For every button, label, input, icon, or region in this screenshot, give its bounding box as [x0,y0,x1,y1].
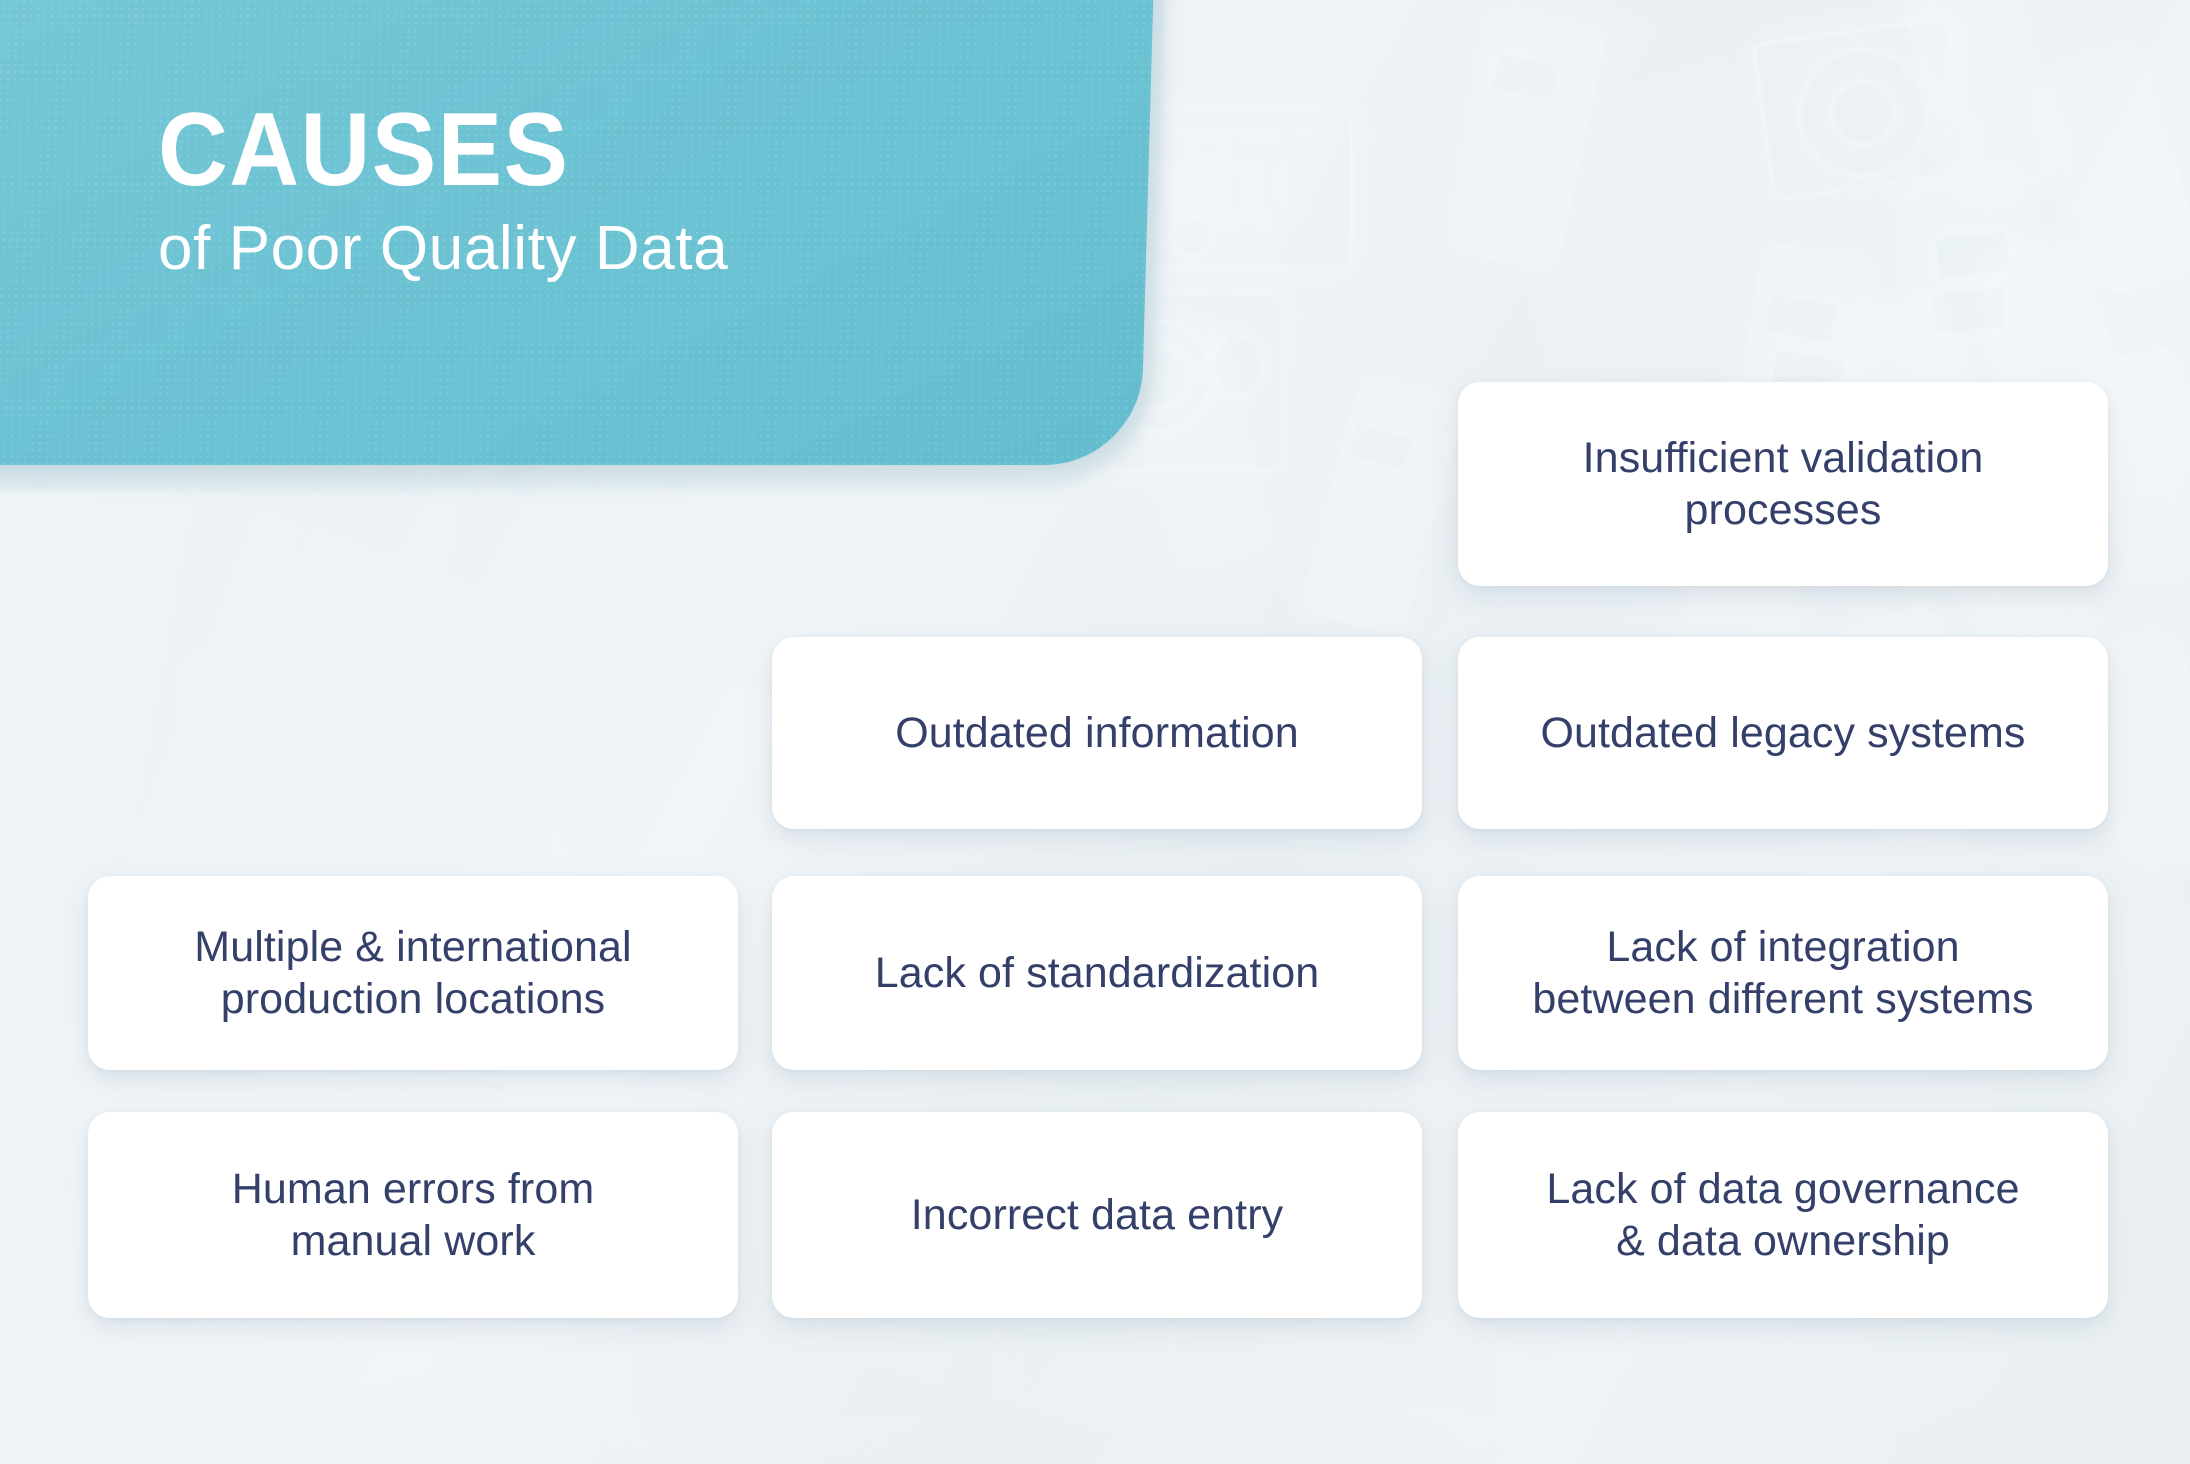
page-subtitle: of Poor Quality Data [158,214,729,283]
cause-card-label: Lack of standardization [874,948,1320,997]
header-text-block: CAUSES of Poor Quality Data [158,98,978,281]
cause-card-lack-of-data-governance-data-ownership[interactable]: Lack of data governance & data ownership [1458,1112,2108,1318]
cause-card-label: Outdated legacy systems [1540,708,2026,757]
cause-card-label: Lack of integration between different sy… [1532,922,2034,1023]
cause-card-lack-of-integration-between-different-systems[interactable]: Lack of integration between different sy… [1458,876,2108,1070]
cause-card-label: Human errors from manual work [231,1164,595,1265]
infographic-canvas: CAUSES of Poor Quality Data Insufficient… [0,0,2190,1464]
cause-card-label: Outdated information [895,708,1299,757]
cause-card-label: Incorrect data entry [910,1190,1284,1239]
cause-card-label: Insufficient validation processes [1582,433,1984,534]
cause-card-multiple-international-production-locations[interactable]: Multiple & international production loca… [88,876,738,1070]
cause-card-outdated-information[interactable]: Outdated information [772,637,1422,829]
cause-card-label: Lack of data governance & data ownership [1546,1164,2020,1265]
cause-card-incorrect-data-entry[interactable]: Incorrect data entry [772,1112,1422,1318]
cause-card-label: Multiple & international production loca… [194,922,632,1023]
cause-card-lack-of-standardization[interactable]: Lack of standardization [772,876,1422,1070]
cause-card-outdated-legacy-systems[interactable]: Outdated legacy systems [1458,637,2108,829]
cause-card-human-errors-from-manual-work[interactable]: Human errors from manual work [88,1112,738,1318]
page-title: CAUSES [158,92,570,208]
cause-card-insufficient-validation-processes[interactable]: Insufficient validation processes [1458,382,2108,586]
